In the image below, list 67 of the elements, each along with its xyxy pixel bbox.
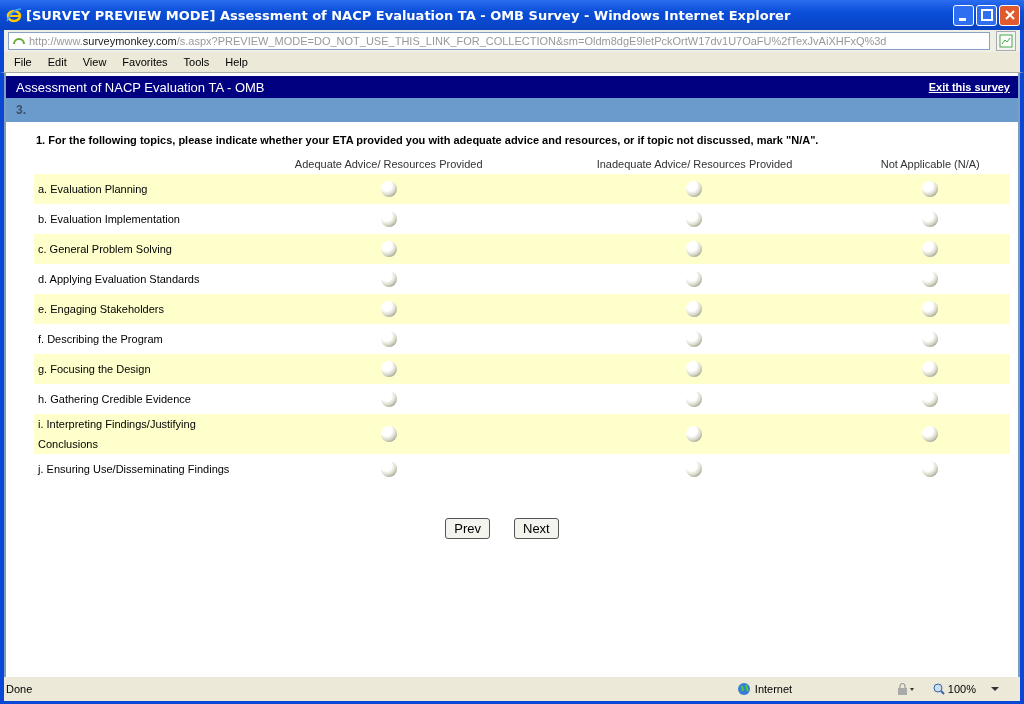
- radio-button[interactable]: [686, 271, 703, 287]
- next-button[interactable]: Next: [514, 518, 559, 539]
- close-button[interactable]: [999, 4, 1020, 26]
- status-text: Done: [6, 683, 33, 695]
- radio-button[interactable]: [922, 241, 939, 257]
- prev-button[interactable]: Prev: [445, 518, 490, 539]
- radio-button[interactable]: [922, 391, 939, 407]
- radio-button[interactable]: [922, 271, 939, 287]
- radio-button[interactable]: [380, 241, 397, 257]
- globe-icon: [736, 682, 751, 696]
- radio-button[interactable]: [686, 181, 703, 197]
- menu-item[interactable]: Edit: [47, 56, 67, 68]
- browser-icon: [6, 7, 22, 23]
- radio-button[interactable]: [380, 361, 397, 377]
- address-field[interactable]: http://www.surveymonkey.com/s.aspx?PREVIEW_MODE=DO_NOT_USE_THIS_LINK_FOR_COLLECTION&sm=Oldm8dgE9letPckOrtW17dv1U7OaFU%2fTexJvAiXHFxQ%3d: [8, 32, 990, 50]
- menu-item[interactable]: Favorites: [122, 56, 168, 68]
- menu-item[interactable]: View: [82, 56, 107, 68]
- radio-button[interactable]: [686, 361, 703, 377]
- survey-title: Assessment of NACP Evaluation TA - OMB: [16, 79, 265, 95]
- radio-button[interactable]: [686, 391, 703, 407]
- exit-survey-link[interactable]: Exit this survey: [928, 81, 1010, 93]
- column-header: Not Applicable (N/A): [880, 158, 980, 170]
- dropdown-arrow-icon[interactable]: [990, 685, 1000, 693]
- radio-button[interactable]: [686, 331, 703, 347]
- column-header: Adequate Advice/ Resources Provided: [294, 158, 483, 170]
- page-chart-icon: [999, 34, 1013, 48]
- row-label: j. Ensuring Use/Disseminating Findings: [38, 463, 230, 475]
- radio-button[interactable]: [922, 211, 939, 227]
- menu-item[interactable]: Help: [225, 56, 248, 68]
- radio-button[interactable]: [686, 426, 703, 442]
- page-icon: [12, 35, 26, 47]
- compatibility-view-button[interactable]: [996, 31, 1016, 51]
- radio-button[interactable]: [922, 331, 939, 347]
- radio-button[interactable]: [922, 361, 939, 377]
- menu-item[interactable]: Tools: [183, 56, 210, 68]
- radio-button[interactable]: [380, 426, 397, 442]
- magnifier-icon: [932, 683, 945, 695]
- page-number: 3.: [16, 103, 26, 117]
- minimize-icon: [958, 17, 966, 21]
- zoom-button[interactable]: 100%: [928, 683, 980, 695]
- row-label: a. Evaluation Planning: [38, 183, 148, 195]
- maximize-icon: [980, 9, 993, 21]
- question-text: 1. For the following topics, please indicate whether your ETA provided you with adequate advice and resources, or if topic not discussed, mark "N/A".: [36, 134, 820, 146]
- radio-button[interactable]: [380, 181, 397, 197]
- radio-button[interactable]: [380, 301, 397, 317]
- radio-button[interactable]: [686, 301, 703, 317]
- row-label: h. Gathering Credible Evidence: [38, 393, 191, 405]
- radio-button[interactable]: [686, 461, 703, 477]
- menu-item[interactable]: File: [14, 56, 32, 68]
- row-label: f. Describing the Program: [38, 333, 163, 345]
- window-title: [SURVEY PREVIEW MODE] Assessment of NACP Evaluation TA - OMB Survey - Windows Internet Explorer: [26, 7, 792, 23]
- radio-button[interactable]: [922, 461, 939, 477]
- row-label: e. Engaging Stakeholders: [38, 303, 164, 315]
- zone-text: Internet: [754, 683, 794, 695]
- radio-button[interactable]: [922, 301, 939, 317]
- radio-button[interactable]: [922, 181, 939, 197]
- row-label: d. Applying Evaluation Standards: [38, 273, 200, 285]
- close-icon: [1003, 9, 1016, 21]
- radio-button[interactable]: [686, 211, 703, 227]
- maximize-button[interactable]: [976, 4, 997, 26]
- radio-button[interactable]: [686, 241, 703, 257]
- column-header: Inadequate Advice/ Resources Provided: [596, 158, 793, 170]
- row-label: g. Focusing the Design: [38, 363, 151, 375]
- row-label: c. General Problem Solving: [38, 243, 172, 255]
- row-label: b. Evaluation Implementation: [38, 213, 180, 225]
- radio-button[interactable]: [922, 426, 939, 442]
- minimize-button[interactable]: [953, 4, 974, 26]
